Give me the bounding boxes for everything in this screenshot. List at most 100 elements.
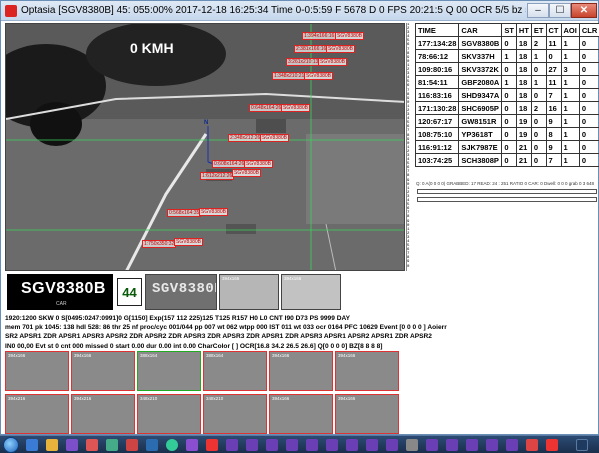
col-ht[interactable]: HT	[515, 23, 532, 37]
cell-et: 1	[530, 49, 547, 63]
app-icon-violet-9[interactable]	[366, 439, 378, 451]
show-desktop-icon[interactable]	[576, 439, 588, 451]
vehicle-crop-image[interactable]: 394x166	[281, 274, 341, 310]
col-clr[interactable]: CLR	[578, 23, 599, 37]
thumbnail-label: 394x216	[74, 396, 92, 401]
table-row[interactable]: 171:130:28 SHC6905P 0 18 2 16 1 0	[414, 101, 599, 115]
thumbnail[interactable]: 394x216	[5, 394, 69, 434]
thumbnail[interactable]: 348x210	[203, 394, 267, 434]
app-icon-violet[interactable]	[186, 439, 198, 451]
window-title: Optasia [SGV8380B] 45: 055:00% 2017-12-1…	[21, 5, 526, 16]
app-icon-red[interactable]	[126, 439, 138, 451]
cell-time: 116:83:16	[414, 88, 460, 102]
app-icon-violet-10[interactable]	[386, 439, 398, 451]
thumbnail[interactable]: 348x210	[137, 394, 201, 434]
detection-box[interactable]: 3:261x210:13	[286, 58, 321, 66]
col-time[interactable]: TIME	[414, 23, 460, 37]
thumbnail[interactable]: 388x164	[137, 351, 201, 391]
cell-aoi: 1	[560, 140, 580, 154]
thumbnail-label: 394x166	[74, 353, 92, 358]
cell-time: 116:91:12	[414, 140, 460, 154]
cell-et: 2	[530, 36, 547, 50]
app-icon-violet-14[interactable]	[486, 439, 498, 451]
col-st[interactable]: ST	[501, 23, 517, 37]
detection-plate-tag: SGV8380B	[318, 58, 348, 66]
detection-box[interactable]: 1:612x212:26	[200, 172, 235, 180]
detection-box[interactable]: 2:348x212:26	[228, 134, 263, 142]
app-icon-purple[interactable]	[66, 439, 78, 451]
col-aoi[interactable]: AOI	[560, 23, 580, 37]
table-row[interactable]: 116:91:12 SJK7987E 0 21 0 9 1 0	[414, 140, 599, 154]
app-icon-violet-15[interactable]	[506, 439, 518, 451]
close-button[interactable]: ✕	[571, 3, 597, 18]
cell-clr: 0	[578, 140, 599, 154]
table-row[interactable]: 81:54:11 GBF2080A 1 18 1 11 1 0	[414, 75, 599, 89]
app-icon-violet-6[interactable]	[306, 439, 318, 451]
app-icon-violet-12[interactable]	[446, 439, 458, 451]
app-icon-violet-4[interactable]	[266, 439, 278, 451]
thumbnail[interactable]: 394x216	[71, 394, 135, 434]
table-row[interactable]: 120:67:17 GW8151R 0 19 0 9 1 0	[414, 114, 599, 128]
thumbnail[interactable]: 394x166	[269, 351, 333, 391]
cell-time: 171:130:28	[414, 101, 460, 115]
thumbnail[interactable]: 394x166	[335, 394, 399, 434]
camera-view[interactable]: 0 KMH N 1:394x166:16 SGV8380B 2:381x166:…	[5, 23, 405, 271]
cell-car: SKV3372K	[458, 62, 503, 76]
app-icon-blue[interactable]	[146, 439, 158, 451]
cell-ht: 18	[515, 36, 532, 50]
maximize-button[interactable]: ☐	[549, 3, 571, 18]
start-button[interactable]	[3, 437, 19, 453]
thumbnail[interactable]: 394x166	[269, 394, 333, 434]
thumbnail[interactable]: 394x166	[5, 351, 69, 391]
app-icon-violet-5[interactable]	[286, 439, 298, 451]
detection-box[interactable]: 1:394x166:16	[302, 32, 337, 40]
frame-index-strip[interactable]: 1 2 3 4 5 6 7 8 9 0 1 2 3 4 5 6 7 8 9 0 …	[406, 23, 414, 271]
cell-st: 0	[501, 140, 517, 154]
app-icon-violet-11[interactable]	[426, 439, 438, 451]
explorer-icon[interactable]	[26, 439, 38, 451]
table-row[interactable]: 103:74:25 SCH3808P 0 21 0 7 1 0	[414, 153, 599, 167]
app-icon-gray[interactable]	[406, 439, 418, 451]
cell-aoi: 1	[560, 127, 580, 141]
thumbnail[interactable]: 388x164	[203, 351, 267, 391]
browser-icon[interactable]	[166, 439, 178, 451]
cell-car: GBF2080A	[458, 75, 503, 89]
table-row[interactable]: 116:83:16 SHD9347A 0 18 0 7 1 0	[414, 88, 599, 102]
optasia-icon[interactable]	[206, 439, 218, 451]
vehicle-crop-image[interactable]: 394x166	[219, 274, 279, 310]
app-icon-violet-8[interactable]	[346, 439, 358, 451]
media-icon[interactable]	[86, 439, 98, 451]
app-icon-violet-3[interactable]	[246, 439, 258, 451]
app-icon-violet-7[interactable]	[326, 439, 338, 451]
detection-box[interactable]: 0:608x164:26	[212, 160, 247, 168]
app-icon-red-3[interactable]	[546, 439, 558, 451]
plate-crop-image[interactable]: SGV8380B	[145, 274, 217, 310]
table-row[interactable]: 78:66:12 SKV337H 1 18 1 0 1 0	[414, 49, 599, 63]
app-icon-violet-13[interactable]	[466, 439, 478, 451]
app-icon-violet-2[interactable]	[226, 439, 238, 451]
detection-box[interactable]: 1:348x210:21	[272, 72, 307, 80]
cell-car: SHC6905P	[458, 101, 503, 115]
thumbnail[interactable]: 394x166	[71, 351, 135, 391]
app-icon-red-2[interactable]	[526, 439, 538, 451]
col-car[interactable]: CAR	[458, 23, 503, 37]
col-et[interactable]: ET	[530, 23, 547, 37]
detection-box[interactable]: 1:750x350:32	[142, 240, 177, 248]
cell-et: 0	[530, 140, 547, 154]
app-icon-green[interactable]	[106, 439, 118, 451]
table-row[interactable]: 109:80:16 SKV3372K 0 18 0 27 3 0	[414, 62, 599, 76]
title-bar[interactable]: Optasia [SGV8380B] 45: 055:00% 2017-12-1…	[1, 1, 598, 21]
app-icon	[5, 5, 17, 17]
thumbnail[interactable]: 394x166	[335, 351, 399, 391]
folder-icon[interactable]	[46, 439, 58, 451]
minimize-button[interactable]: –	[527, 3, 549, 18]
cell-aoi: 1	[560, 88, 580, 102]
col-ct[interactable]: CT	[545, 23, 562, 37]
detection-box[interactable]: 0:568x164:35	[167, 209, 202, 217]
cell-time: 78:66:12	[414, 49, 460, 63]
detection-box[interactable]: 0:648x164:26	[249, 104, 284, 112]
table-row[interactable]: 177:134:28 SGV8380B 0 18 2 11 1 0	[414, 36, 599, 50]
table-row[interactable]: 108:75:10 YP3618T 0 19 0 8 1 0	[414, 127, 599, 141]
detection-box[interactable]: 2:381x166:16	[294, 45, 329, 53]
cell-aoi: 1	[560, 153, 580, 167]
